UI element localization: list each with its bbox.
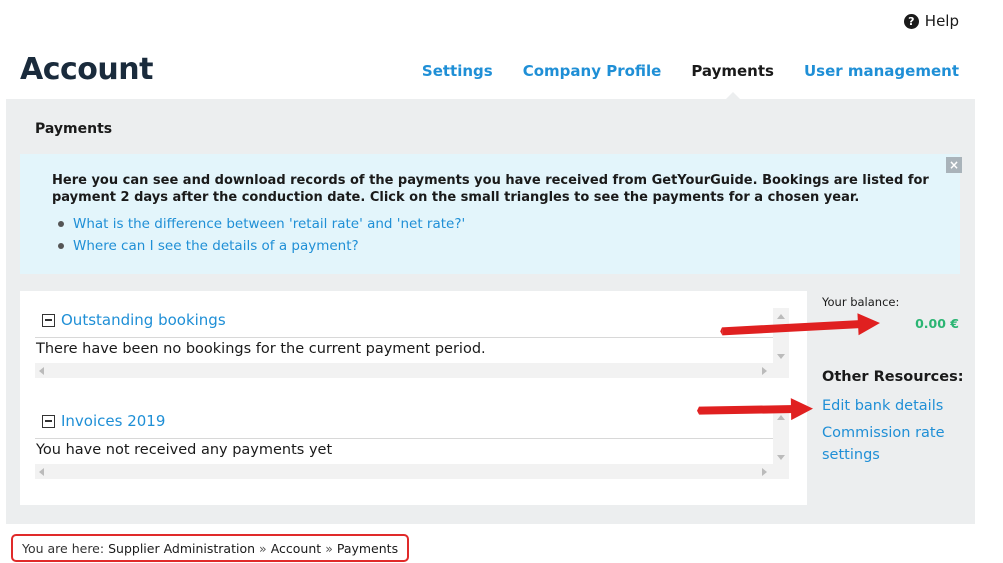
outstanding-bookings-content: There have been no bookings for the curr… bbox=[36, 341, 486, 357]
outstanding-bookings-scrollbox: There have been no bookings for the curr… bbox=[35, 308, 789, 378]
scroll-right-icon[interactable] bbox=[762, 468, 767, 476]
annotation-arrow-icon bbox=[698, 405, 796, 415]
collapse-icon[interactable] bbox=[42, 313, 55, 327]
invoices-content: You have not received any payments yet bbox=[36, 442, 333, 458]
horizontal-scrollbar[interactable] bbox=[35, 363, 789, 378]
info-link-payment-details[interactable]: Where can I see the details of a payment… bbox=[58, 238, 465, 254]
invoices-title: Invoices 2019 bbox=[61, 412, 166, 430]
breadcrumb: You are here: Supplier Administration » … bbox=[11, 534, 410, 562]
section-title: Payments bbox=[35, 121, 113, 137]
bullet-icon bbox=[58, 243, 64, 249]
tab-payments[interactable]: Payments bbox=[691, 62, 774, 80]
tab-company-profile[interactable]: Company Profile bbox=[523, 62, 662, 80]
scroll-left-icon[interactable] bbox=[39, 468, 44, 476]
edit-bank-details-link[interactable]: Edit bank details bbox=[822, 395, 967, 417]
info-link-rates[interactable]: What is the difference between 'retail r… bbox=[58, 216, 465, 232]
scroll-up-icon[interactable] bbox=[777, 415, 785, 420]
breadcrumb-separator: » bbox=[259, 540, 267, 556]
scroll-down-icon[interactable] bbox=[777, 354, 785, 359]
outstanding-bookings-toggle[interactable]: Outstanding bookings bbox=[42, 311, 226, 329]
scroll-right-icon[interactable] bbox=[762, 367, 767, 375]
vertical-scrollbar[interactable] bbox=[773, 308, 789, 364]
payments-panel: Outstanding bookings There have been no … bbox=[20, 291, 807, 505]
invoices-scrollbox: You have not received any payments yet bbox=[35, 409, 789, 479]
tab-user-management[interactable]: User management bbox=[804, 62, 959, 80]
vertical-scrollbar[interactable] bbox=[773, 409, 789, 465]
outstanding-bookings-title: Outstanding bookings bbox=[61, 311, 226, 329]
breadcrumb-supplier-administration[interactable]: Supplier Administration bbox=[108, 541, 255, 556]
account-nav: Settings Company Profile Payments User m… bbox=[422, 62, 959, 80]
help-link[interactable]: ? Help bbox=[903, 12, 959, 30]
other-resources-title: Other Resources: bbox=[822, 369, 964, 385]
balance-label: Your balance: bbox=[822, 295, 900, 309]
invoices-toggle[interactable]: Invoices 2019 bbox=[42, 412, 165, 430]
info-links: What is the difference between 'retail r… bbox=[58, 216, 465, 260]
info-text: Here you can see and download records of… bbox=[52, 173, 929, 205]
breadcrumb-prefix: You are here: bbox=[22, 540, 105, 556]
scroll-down-icon[interactable] bbox=[777, 455, 785, 460]
main-content: Payments × Here you can see and download… bbox=[6, 99, 975, 524]
close-icon[interactable]: × bbox=[946, 157, 962, 173]
page-title: Account bbox=[20, 52, 153, 87]
scroll-up-icon[interactable] bbox=[777, 314, 785, 319]
breadcrumb-separator: » bbox=[325, 540, 333, 556]
breadcrumb-payments: Payments bbox=[336, 540, 399, 556]
horizontal-scrollbar[interactable] bbox=[35, 464, 789, 479]
breadcrumb-account[interactable]: Account bbox=[271, 541, 321, 556]
help-icon: ? bbox=[903, 13, 919, 29]
commission-rate-settings-link[interactable]: Commission rate settings bbox=[822, 422, 967, 466]
help-label: Help bbox=[924, 12, 959, 30]
bullet-icon bbox=[58, 221, 64, 227]
scroll-left-icon[interactable] bbox=[39, 367, 44, 375]
tab-settings[interactable]: Settings bbox=[422, 62, 493, 80]
info-link-label: Where can I see the details of a payment… bbox=[73, 238, 359, 254]
info-link-label: What is the difference between 'retail r… bbox=[73, 216, 466, 232]
info-box: × Here you can see and download records … bbox=[20, 154, 962, 274]
collapse-icon[interactable] bbox=[42, 414, 55, 428]
